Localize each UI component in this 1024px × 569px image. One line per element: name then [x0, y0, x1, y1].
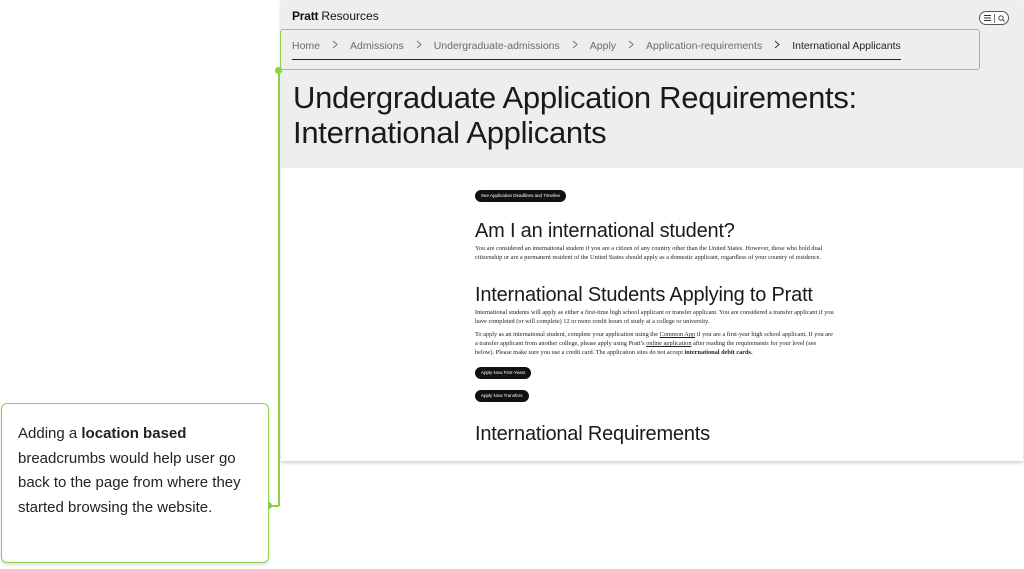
page-hero: Pratt Resources Home Admissions Undergrad…: [281, 0, 1023, 168]
apply-first-years-button[interactable]: Apply Now First-Years: [475, 367, 532, 380]
section-text-international-student: You are considered an international stud…: [475, 245, 823, 261]
online-application-link[interactable]: online application: [646, 340, 691, 347]
section-heading-requirements: International Requirements: [475, 423, 710, 446]
apply-transfers-row: Apply Now Transfers: [475, 384, 835, 403]
logo-wordmark: Pratt: [292, 9, 319, 23]
menu-search-toggle[interactable]: [979, 11, 1009, 25]
annotation-callout: Adding a location based breadcrumbs woul…: [1, 403, 269, 563]
text-fragment: To apply as an international student, co…: [475, 331, 660, 339]
callout-text: breadcrumbs would help user go back to t…: [18, 449, 241, 516]
site-logo[interactable]: Pratt Resources: [292, 9, 379, 23]
connector-line-vertical: [278, 70, 280, 506]
section-heading-applying: International Students Applying to Pratt: [475, 284, 813, 307]
debit-card-note: international debit cards.: [684, 348, 753, 356]
logo-subtitle: Resources: [321, 9, 379, 23]
page-title-line2: International Applicants: [293, 115, 607, 150]
apply-transfers-button[interactable]: Apply Now Transfers: [475, 390, 529, 403]
section-text-how-to-apply: To apply as an international student, co…: [475, 331, 835, 357]
page-title: Undergraduate Application Requirements: …: [293, 80, 993, 150]
section-heading-international-student: Am I an international student?: [475, 220, 735, 242]
deadlines-button[interactable]: See Application Deadlines and Timeline: [475, 190, 567, 202]
apply-first-years-row: Apply Now First-Years: [475, 361, 835, 380]
connector-dot-top: [275, 67, 282, 74]
main-content: See Application Deadlines and Timeline A…: [475, 184, 835, 446]
callout-text: Adding a: [18, 425, 82, 442]
hamburger-icon[interactable]: [983, 15, 991, 21]
breadcrumb-highlight-box: [280, 29, 980, 70]
page-title-line1: Undergraduate Application Requirements:: [293, 80, 857, 115]
common-app-link[interactable]: Common App: [660, 331, 696, 338]
section-text-applying: International students will apply as eit…: [475, 309, 834, 325]
callout-emphasis: location based: [81, 425, 187, 442]
search-icon[interactable]: [997, 14, 1005, 22]
pill-divider: [993, 13, 995, 23]
